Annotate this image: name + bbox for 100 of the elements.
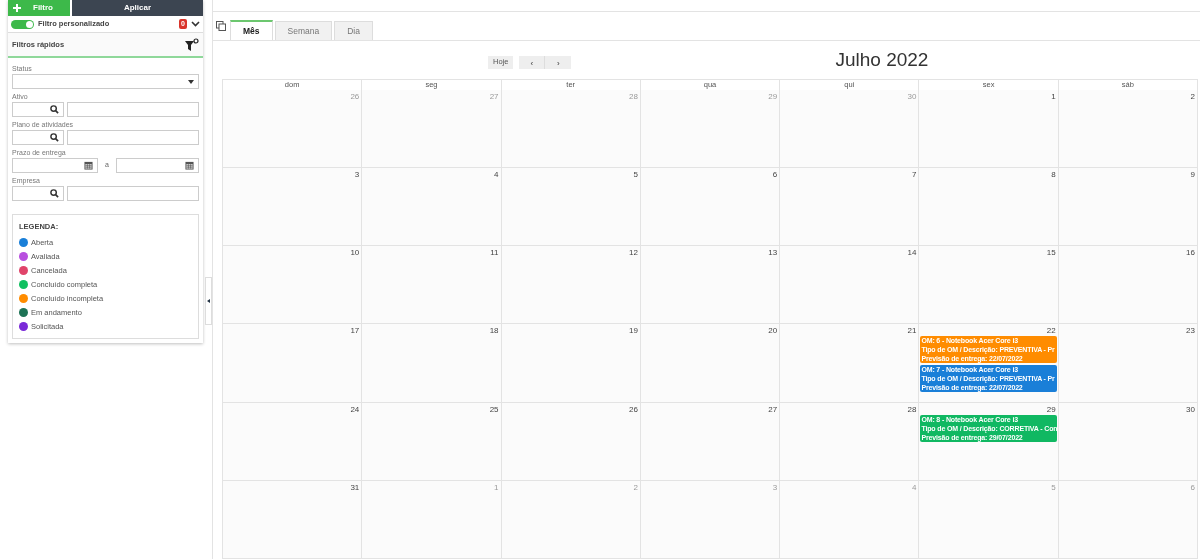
day-cell[interactable]: 17 bbox=[223, 324, 363, 403]
lookup-code-field[interactable] bbox=[12, 130, 64, 145]
day-cell[interactable]: 24 bbox=[223, 402, 363, 481]
day-cell[interactable]: 12 bbox=[501, 246, 641, 325]
day-cell[interactable]: 3 bbox=[223, 168, 363, 247]
view-tab[interactable]: Mês bbox=[230, 20, 273, 40]
day-number: 30 bbox=[1186, 403, 1196, 415]
day-number: 28 bbox=[907, 403, 918, 415]
day-cell[interactable]: 15 bbox=[919, 246, 1059, 325]
day-cell[interactable]: 23 bbox=[1058, 324, 1198, 403]
day-number: 17 bbox=[350, 325, 361, 337]
day-number: 6 bbox=[772, 169, 779, 181]
day-number: 9 bbox=[1190, 169, 1196, 181]
day-number: 29 bbox=[1046, 403, 1057, 415]
day-number: 1 bbox=[494, 481, 500, 493]
day-number: 7 bbox=[911, 169, 918, 181]
day-cell[interactable]: 21 bbox=[780, 324, 920, 403]
day-number: 4 bbox=[911, 481, 918, 493]
caret-left-icon bbox=[207, 299, 210, 303]
day-number: 16 bbox=[1186, 247, 1196, 259]
day-number: 27 bbox=[489, 91, 500, 102]
day-number: 20 bbox=[768, 325, 779, 337]
month-title: Julho 2022 bbox=[835, 47, 929, 72]
search-icon[interactable] bbox=[50, 189, 59, 198]
lookup-code-field[interactable] bbox=[12, 186, 64, 201]
day-cell[interactable]: 31 bbox=[223, 480, 363, 559]
apply-button[interactable]: Aplicar bbox=[72, 0, 203, 16]
day-cell[interactable]: 18 bbox=[362, 324, 502, 403]
day-cell[interactable]: 25 bbox=[362, 402, 502, 481]
day-cell[interactable]: 13 bbox=[640, 246, 781, 325]
day-number: 3 bbox=[772, 481, 779, 493]
day-cell[interactable]: 1 bbox=[919, 90, 1059, 169]
day-number: 3 bbox=[354, 169, 361, 181]
day-cell[interactable]: 5 bbox=[501, 168, 641, 247]
dropdown-caret-icon bbox=[188, 79, 194, 84]
calendar-icon[interactable] bbox=[185, 161, 194, 170]
lookup-name-field[interactable] bbox=[67, 186, 199, 201]
search-icon[interactable] bbox=[50, 105, 59, 114]
calendar-icon[interactable] bbox=[84, 161, 93, 170]
plus-icon bbox=[13, 4, 21, 12]
view-tab[interactable]: Semana bbox=[274, 21, 333, 40]
day-number: 12 bbox=[628, 247, 639, 259]
lookup-name-field[interactable] bbox=[67, 130, 199, 145]
search-icon[interactable] bbox=[50, 133, 59, 142]
day-cell[interactable]: 4 bbox=[362, 168, 502, 247]
day-number: 5 bbox=[633, 169, 639, 181]
day-cell[interactable]: 26 bbox=[501, 402, 641, 481]
day-number: 31 bbox=[350, 481, 361, 493]
lookup-name-field[interactable] bbox=[67, 102, 199, 117]
day-cell[interactable]: 30 bbox=[1058, 402, 1198, 481]
day-number: 25 bbox=[489, 403, 500, 415]
next-button[interactable]: › bbox=[545, 56, 572, 69]
day-number: 18 bbox=[489, 325, 500, 337]
day-cell[interactable]: 16 bbox=[1058, 246, 1198, 325]
day-cell[interactable]: 28 bbox=[780, 402, 920, 481]
day-cell[interactable]: 10 bbox=[223, 246, 363, 325]
day-number: 29 bbox=[768, 91, 779, 102]
previous-button[interactable]: ‹ bbox=[519, 56, 546, 69]
filter-icon[interactable] bbox=[185, 37, 199, 52]
toggle-switch[interactable] bbox=[11, 19, 34, 29]
day-number: 1 bbox=[1051, 91, 1057, 102]
day-number: 30 bbox=[907, 91, 918, 102]
day-number: 13 bbox=[768, 247, 779, 259]
date-field[interactable] bbox=[12, 158, 98, 173]
lookup-code-field[interactable] bbox=[12, 102, 64, 117]
day-cell[interactable]: 14 bbox=[780, 246, 920, 325]
copy-icon[interactable] bbox=[216, 21, 226, 31]
day-number: 8 bbox=[1051, 169, 1057, 181]
day-cell[interactable]: 8 bbox=[919, 168, 1059, 247]
day-number: 23 bbox=[1186, 325, 1196, 337]
day-number: 22 bbox=[1046, 325, 1057, 337]
day-cell[interactable]: 20 bbox=[640, 324, 781, 403]
day-number: 2 bbox=[633, 481, 639, 493]
view-tab[interactable]: Dia bbox=[334, 21, 373, 40]
day-cell[interactable]: 11 bbox=[362, 246, 502, 325]
day-number: 11 bbox=[490, 247, 500, 259]
day-cell[interactable]: 19 bbox=[501, 324, 641, 403]
day-cell[interactable]: 9 bbox=[1058, 168, 1198, 247]
day-cell[interactable]: 7 bbox=[780, 168, 920, 247]
day-number: 15 bbox=[1046, 247, 1057, 259]
day-number: 28 bbox=[628, 91, 639, 102]
day-number: 6 bbox=[1190, 481, 1196, 493]
chevron-down-icon[interactable] bbox=[191, 21, 200, 27]
day-cell[interactable]: 6 bbox=[640, 168, 781, 247]
date-field[interactable] bbox=[116, 158, 199, 173]
day-number: 24 bbox=[350, 403, 361, 415]
collapse-handle[interactable] bbox=[205, 277, 212, 325]
day-number: 26 bbox=[350, 91, 361, 102]
day-number: 26 bbox=[628, 403, 639, 415]
day-number: 19 bbox=[628, 325, 639, 337]
day-number: 5 bbox=[1051, 481, 1057, 493]
day-number: 2 bbox=[1190, 91, 1196, 102]
day-cell[interactable]: 2 bbox=[1058, 90, 1198, 169]
day-cell[interactable]: 27 bbox=[640, 402, 781, 481]
day-number: 4 bbox=[494, 169, 500, 181]
day-number: 21 bbox=[907, 325, 918, 337]
day-number: 10 bbox=[350, 247, 361, 259]
day-number: 14 bbox=[907, 247, 918, 259]
day-cell[interactable] bbox=[919, 324, 1059, 403]
day-number: 27 bbox=[768, 403, 779, 415]
